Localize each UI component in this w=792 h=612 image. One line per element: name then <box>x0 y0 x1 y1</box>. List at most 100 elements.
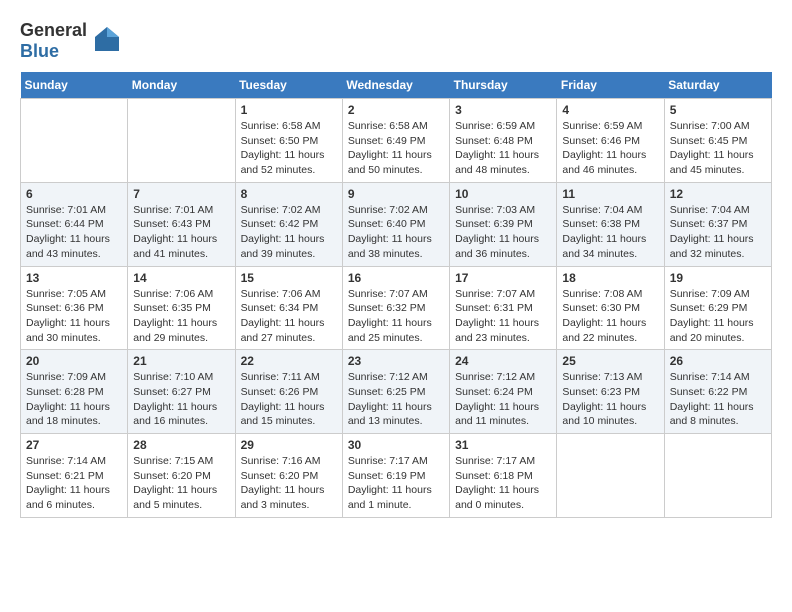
day-number: 20 <box>26 354 122 368</box>
day-info: Sunrise: 7:14 AM Sunset: 6:22 PM Dayligh… <box>670 370 766 429</box>
day-number: 28 <box>133 438 229 452</box>
day-number: 17 <box>455 271 551 285</box>
calendar-cell: 31 Sunrise: 7:17 AM Sunset: 6:18 PM Dayli… <box>450 434 557 518</box>
day-info: Sunrise: 7:12 AM Sunset: 6:25 PM Dayligh… <box>348 370 444 429</box>
day-number: 22 <box>241 354 337 368</box>
day-number: 31 <box>455 438 551 452</box>
day-info: Sunrise: 6:58 AM Sunset: 6:49 PM Dayligh… <box>348 119 444 178</box>
calendar-cell: 6 Sunrise: 7:01 AM Sunset: 6:44 PM Daylig… <box>21 182 128 266</box>
calendar-cell <box>128 99 235 183</box>
day-info: Sunrise: 7:11 AM Sunset: 6:26 PM Dayligh… <box>241 370 337 429</box>
day-of-week-header: Tuesday <box>235 72 342 99</box>
day-number: 16 <box>348 271 444 285</box>
day-number: 26 <box>670 354 766 368</box>
calendar-cell <box>664 434 771 518</box>
day-number: 27 <box>26 438 122 452</box>
day-info: Sunrise: 7:02 AM Sunset: 6:40 PM Dayligh… <box>348 203 444 262</box>
calendar-cell: 12Sunrise: 7:04 AM Sunset: 6:37 PM Dayli… <box>664 182 771 266</box>
calendar-cell: 3 Sunrise: 6:59 AM Sunset: 6:48 PM Daylig… <box>450 99 557 183</box>
day-info: Sunrise: 7:17 AM Sunset: 6:18 PM Dayligh… <box>455 454 551 513</box>
day-number: 6 <box>26 187 122 201</box>
day-number: 1 <box>241 103 337 117</box>
day-number: 18 <box>562 271 658 285</box>
calendar-cell: 9 Sunrise: 7:02 AM Sunset: 6:40 PM Daylig… <box>342 182 449 266</box>
calendar-cell: 16 Sunrise: 7:07 AM Sunset: 6:32 PM Dayli… <box>342 266 449 350</box>
day-of-week-header: Friday <box>557 72 664 99</box>
day-number: 9 <box>348 187 444 201</box>
calendar-cell: 11 Sunrise: 7:04 AM Sunset: 6:38 PM Dayli… <box>557 182 664 266</box>
calendar-table: SundayMondayTuesdayWednesdayThursdayFrid… <box>20 72 772 518</box>
logo-general: General <box>20 20 87 40</box>
day-info: Sunrise: 7:07 AM Sunset: 6:32 PM Dayligh… <box>348 287 444 346</box>
day-info: Sunrise: 7:06 AM Sunset: 6:34 PM Dayligh… <box>241 287 337 346</box>
day-number: 21 <box>133 354 229 368</box>
calendar-cell: 30 Sunrise: 7:17 AM Sunset: 6:19 PM Dayli… <box>342 434 449 518</box>
day-info: Sunrise: 7:12 AM Sunset: 6:24 PM Dayligh… <box>455 370 551 429</box>
day-info: Sunrise: 7:10 AM Sunset: 6:27 PM Dayligh… <box>133 370 229 429</box>
day-info: Sunrise: 7:09 AM Sunset: 6:29 PM Dayligh… <box>670 287 766 346</box>
calendar-cell: 20 Sunrise: 7:09 AM Sunset: 6:28 PM Dayli… <box>21 350 128 434</box>
day-number: 14 <box>133 271 229 285</box>
day-info: Sunrise: 7:06 AM Sunset: 6:35 PM Dayligh… <box>133 287 229 346</box>
day-info: Sunrise: 7:04 AM Sunset: 6:38 PM Dayligh… <box>562 203 658 262</box>
day-info: Sunrise: 7:09 AM Sunset: 6:28 PM Dayligh… <box>26 370 122 429</box>
day-info: Sunrise: 7:13 AM Sunset: 6:23 PM Dayligh… <box>562 370 658 429</box>
day-number: 10 <box>455 187 551 201</box>
day-info: Sunrise: 6:59 AM Sunset: 6:46 PM Dayligh… <box>562 119 658 178</box>
calendar-cell: 18 Sunrise: 7:08 AM Sunset: 6:30 PM Dayli… <box>557 266 664 350</box>
day-info: Sunrise: 7:05 AM Sunset: 6:36 PM Dayligh… <box>26 287 122 346</box>
calendar-cell: 17 Sunrise: 7:07 AM Sunset: 6:31 PM Dayli… <box>450 266 557 350</box>
day-number: 19 <box>670 271 766 285</box>
day-number: 12 <box>670 187 766 201</box>
day-info: Sunrise: 7:16 AM Sunset: 6:20 PM Dayligh… <box>241 454 337 513</box>
logo-text: General Blue <box>20 20 123 62</box>
day-number: 11 <box>562 187 658 201</box>
day-info: Sunrise: 7:00 AM Sunset: 6:45 PM Dayligh… <box>670 119 766 178</box>
day-of-week-header: Sunday <box>21 72 128 99</box>
day-info: Sunrise: 7:03 AM Sunset: 6:39 PM Dayligh… <box>455 203 551 262</box>
calendar-cell: 24 Sunrise: 7:12 AM Sunset: 6:24 PM Dayli… <box>450 350 557 434</box>
calendar-cell: 13Sunrise: 7:05 AM Sunset: 6:36 PM Dayli… <box>21 266 128 350</box>
day-info: Sunrise: 7:01 AM Sunset: 6:44 PM Dayligh… <box>26 203 122 262</box>
calendar-cell: 25 Sunrise: 7:13 AM Sunset: 6:23 PM Dayli… <box>557 350 664 434</box>
day-number: 25 <box>562 354 658 368</box>
day-number: 30 <box>348 438 444 452</box>
logo-blue: Blue <box>20 41 59 61</box>
day-info: Sunrise: 7:17 AM Sunset: 6:19 PM Dayligh… <box>348 454 444 513</box>
calendar-cell: 21 Sunrise: 7:10 AM Sunset: 6:27 PM Dayli… <box>128 350 235 434</box>
calendar-cell <box>21 99 128 183</box>
day-number: 5 <box>670 103 766 117</box>
calendar-cell: 29 Sunrise: 7:16 AM Sunset: 6:20 PM Dayli… <box>235 434 342 518</box>
calendar-cell: 23 Sunrise: 7:12 AM Sunset: 6:25 PM Dayli… <box>342 350 449 434</box>
day-number: 24 <box>455 354 551 368</box>
day-info: Sunrise: 7:15 AM Sunset: 6:20 PM Dayligh… <box>133 454 229 513</box>
calendar-cell: 19 Sunrise: 7:09 AM Sunset: 6:29 PM Dayli… <box>664 266 771 350</box>
day-number: 29 <box>241 438 337 452</box>
day-info: Sunrise: 7:01 AM Sunset: 6:43 PM Dayligh… <box>133 203 229 262</box>
day-of-week-header: Monday <box>128 72 235 99</box>
day-info: Sunrise: 7:08 AM Sunset: 6:30 PM Dayligh… <box>562 287 658 346</box>
calendar-cell: 28 Sunrise: 7:15 AM Sunset: 6:20 PM Dayli… <box>128 434 235 518</box>
calendar-cell: 5 Sunrise: 7:00 AM Sunset: 6:45 PM Daylig… <box>664 99 771 183</box>
calendar-cell <box>557 434 664 518</box>
calendar-cell: 7 Sunrise: 7:01 AM Sunset: 6:43 PM Daylig… <box>128 182 235 266</box>
day-info: Sunrise: 7:02 AM Sunset: 6:42 PM Dayligh… <box>241 203 337 262</box>
day-info: Sunrise: 6:58 AM Sunset: 6:50 PM Dayligh… <box>241 119 337 178</box>
calendar-cell: 27Sunrise: 7:14 AM Sunset: 6:21 PM Dayli… <box>21 434 128 518</box>
calendar-cell: 15Sunrise: 7:06 AM Sunset: 6:34 PM Dayli… <box>235 266 342 350</box>
day-number: 3 <box>455 103 551 117</box>
calendar-cell: 8Sunrise: 7:02 AM Sunset: 6:42 PM Daylig… <box>235 182 342 266</box>
day-number: 2 <box>348 103 444 117</box>
calendar-header: SundayMondayTuesdayWednesdayThursdayFrid… <box>21 72 772 99</box>
calendar-cell: 26 Sunrise: 7:14 AM Sunset: 6:22 PM Dayli… <box>664 350 771 434</box>
logo: General Blue <box>20 20 123 62</box>
logo-icon <box>91 23 123 60</box>
day-of-week-header: Wednesday <box>342 72 449 99</box>
day-info: Sunrise: 6:59 AM Sunset: 6:48 PM Dayligh… <box>455 119 551 178</box>
day-info: Sunrise: 7:07 AM Sunset: 6:31 PM Dayligh… <box>455 287 551 346</box>
day-number: 7 <box>133 187 229 201</box>
calendar-cell: 10 Sunrise: 7:03 AM Sunset: 6:39 PM Dayli… <box>450 182 557 266</box>
calendar-cell: 22 Sunrise: 7:11 AM Sunset: 6:26 PM Dayli… <box>235 350 342 434</box>
day-number: 23 <box>348 354 444 368</box>
calendar-cell: 1 Sunrise: 6:58 AM Sunset: 6:50 PM Daylig… <box>235 99 342 183</box>
